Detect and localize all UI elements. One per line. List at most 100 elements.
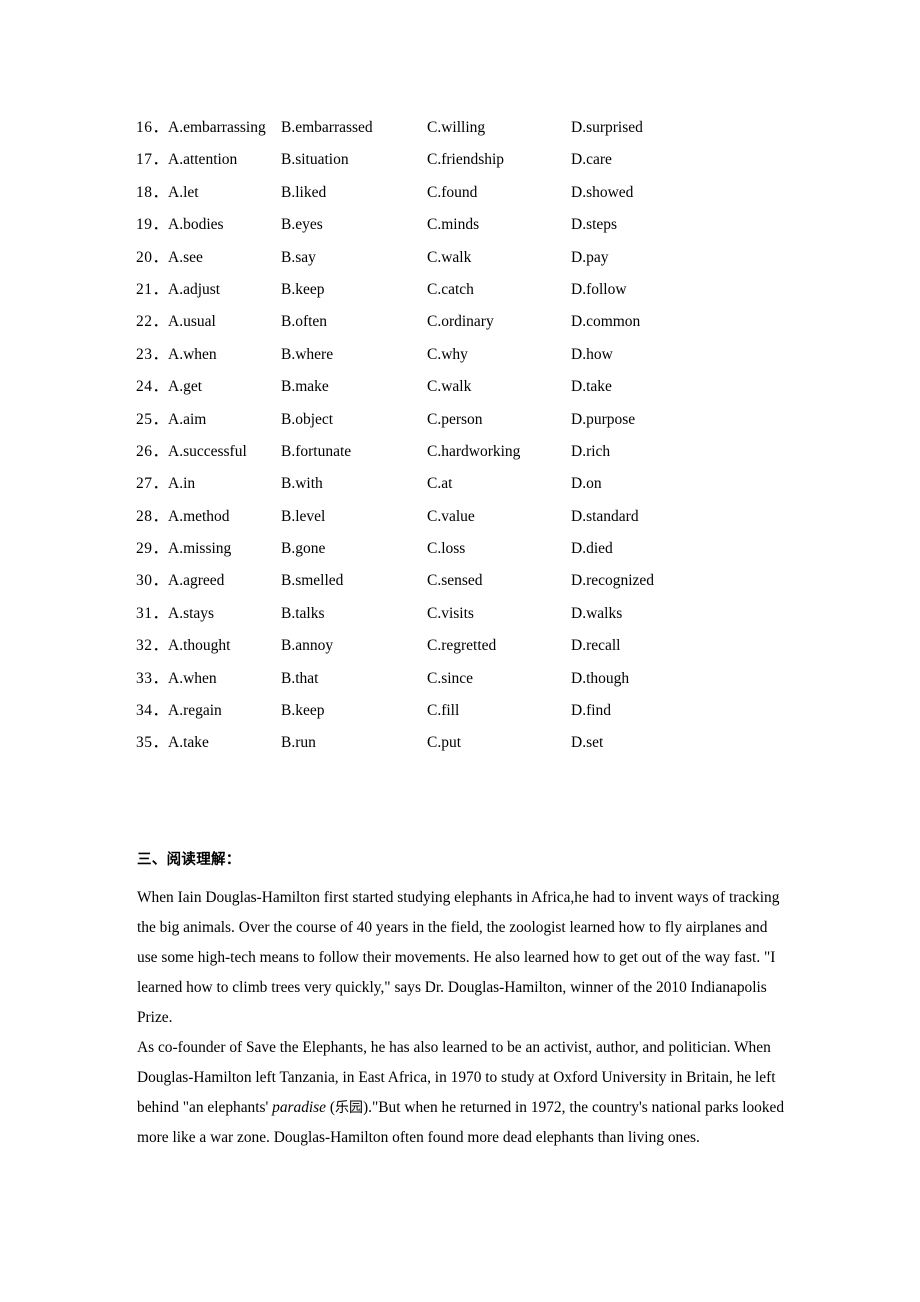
cloze-option-a[interactable]: A.agreed (168, 565, 224, 597)
cloze-option-c[interactable]: C.walk (427, 242, 471, 274)
cloze-option-b[interactable]: B.fortunate (281, 436, 351, 468)
cloze-option-a[interactable]: A.thought (168, 630, 230, 662)
cloze-option-a[interactable]: A.adjust (168, 274, 220, 306)
cloze-option-b[interactable]: B.with (281, 468, 323, 500)
cloze-option-b[interactable]: B.talks (281, 598, 325, 630)
question-number: 21． (136, 280, 169, 298)
cloze-option-a[interactable]: A.successful (168, 436, 247, 468)
cloze-option-d[interactable]: D.recall (571, 630, 620, 662)
question-number: 32． (136, 637, 169, 655)
cloze-option-d[interactable]: D.though (571, 663, 629, 695)
cloze-option-b[interactable]: B.eyes (281, 209, 323, 241)
cloze-option-a[interactable]: A.embarrassing (168, 112, 266, 144)
cloze-option-b[interactable]: B.where (281, 339, 333, 371)
cloze-option-b[interactable]: B.liked (281, 177, 326, 209)
cloze-question-row: 22． A.usual B.often C.ordinary D.common (136, 306, 836, 338)
cloze-option-a[interactable]: A.attention (168, 144, 237, 176)
cloze-option-a[interactable]: A.let (168, 177, 199, 209)
cloze-option-a[interactable]: A.bodies (168, 209, 224, 241)
cloze-option-d[interactable]: D.showed (571, 177, 633, 209)
cloze-option-a[interactable]: A.see (168, 242, 203, 274)
cloze-option-c[interactable]: C.willing (427, 112, 485, 144)
cloze-option-c[interactable]: C.loss (427, 533, 465, 565)
cloze-option-a[interactable]: A.when (168, 663, 217, 695)
cloze-option-d[interactable]: D.died (571, 533, 613, 565)
cloze-option-d[interactable]: D.take (571, 371, 612, 403)
paragraph-2-italic-term: paradise (272, 1099, 327, 1116)
cloze-option-a[interactable]: A.regain (168, 695, 222, 727)
question-number: 16． (136, 119, 169, 136)
cloze-option-a[interactable]: A.stays (168, 598, 214, 630)
cloze-option-a[interactable]: A.get (168, 371, 202, 403)
cloze-question-row: 25． A.aim B.object C.person D.purpose (136, 404, 836, 436)
cloze-question-row: 23． A.when B.where C.why D.how (136, 339, 836, 371)
cloze-option-c[interactable]: C.why (427, 339, 468, 371)
cloze-option-d[interactable]: D.pay (571, 242, 608, 274)
cloze-option-b[interactable]: B.situation (281, 144, 349, 176)
question-number: 27． (136, 475, 169, 493)
cloze-option-c[interactable]: C.ordinary (427, 306, 494, 338)
cloze-option-a[interactable]: A.missing (168, 533, 231, 565)
cloze-option-b[interactable]: B.say (281, 242, 316, 274)
paragraph-2-chinese-gloss: 乐园 (335, 1100, 363, 1116)
cloze-option-b[interactable]: B.that (281, 663, 318, 695)
cloze-option-b[interactable]: B.run (281, 727, 316, 759)
cloze-option-a[interactable]: A.in (168, 468, 195, 500)
cloze-option-c[interactable]: C.catch (427, 274, 474, 306)
cloze-option-b[interactable]: B.annoy (281, 630, 333, 662)
cloze-option-b[interactable]: B.object (281, 404, 333, 436)
cloze-option-c[interactable]: C.put (427, 727, 461, 759)
cloze-question-row: 24． A.get B.make C.walk D.take (136, 371, 836, 403)
cloze-option-b[interactable]: B.smelled (281, 565, 343, 597)
cloze-option-b[interactable]: B.keep (281, 695, 324, 727)
cloze-option-c[interactable]: C.since (427, 663, 473, 695)
reading-comprehension-section: 三、阅读理解： When Iain Douglas-Hamilton first… (137, 845, 785, 1153)
question-number: 26． (136, 442, 169, 460)
cloze-option-b[interactable]: B.level (281, 501, 325, 533)
cloze-option-c[interactable]: C.person (427, 404, 483, 436)
cloze-option-a[interactable]: A.usual (168, 306, 216, 338)
cloze-option-b[interactable]: B.gone (281, 533, 325, 565)
cloze-option-c[interactable]: C.regretted (427, 630, 496, 662)
question-number: 24． (136, 378, 169, 396)
cloze-option-d[interactable]: D.walks (571, 598, 622, 630)
cloze-option-d[interactable]: D.on (571, 468, 602, 500)
question-number: 29． (136, 540, 169, 558)
cloze-option-c[interactable]: C.value (427, 501, 475, 533)
cloze-option-d[interactable]: D.recognized (571, 565, 654, 597)
cloze-option-d[interactable]: D.how (571, 339, 613, 371)
cloze-option-d[interactable]: D.steps (571, 209, 617, 241)
cloze-option-c[interactable]: C.minds (427, 209, 479, 241)
cloze-option-c[interactable]: C.hardworking (427, 436, 520, 468)
cloze-option-c[interactable]: C.walk (427, 371, 471, 403)
cloze-option-b[interactable]: B.often (281, 306, 327, 338)
cloze-option-d[interactable]: D.common (571, 306, 640, 338)
cloze-option-c[interactable]: C.visits (427, 598, 474, 630)
cloze-option-d[interactable]: D.care (571, 144, 612, 176)
cloze-option-a[interactable]: A.aim (168, 404, 206, 436)
cloze-option-c[interactable]: C.at (427, 468, 452, 500)
question-number: 18． (136, 183, 169, 201)
cloze-option-d[interactable]: D.find (571, 695, 611, 727)
question-number: 22． (136, 313, 169, 331)
cloze-option-d[interactable]: D.rich (571, 436, 610, 468)
cloze-option-c[interactable]: C.found (427, 177, 477, 209)
paragraph-2-gloss-open: ( (326, 1099, 335, 1116)
question-number: 20． (136, 248, 169, 266)
cloze-option-d[interactable]: D.purpose (571, 404, 635, 436)
cloze-option-d[interactable]: D.set (571, 727, 603, 759)
cloze-option-a[interactable]: A.method (168, 501, 230, 533)
cloze-option-b[interactable]: B.embarrassed (281, 112, 373, 144)
cloze-option-b[interactable]: B.make (281, 371, 329, 403)
cloze-option-b[interactable]: B.keep (281, 274, 324, 306)
cloze-option-c[interactable]: C.fill (427, 695, 459, 727)
cloze-option-c[interactable]: C.friendship (427, 144, 504, 176)
question-number: 19． (136, 216, 169, 234)
question-number: 34． (136, 702, 169, 720)
cloze-option-d[interactable]: D.surprised (571, 112, 643, 144)
cloze-option-d[interactable]: D.standard (571, 501, 639, 533)
cloze-option-a[interactable]: A.take (168, 727, 209, 759)
cloze-option-c[interactable]: C.sensed (427, 565, 483, 597)
cloze-option-d[interactable]: D.follow (571, 274, 627, 306)
cloze-option-a[interactable]: A.when (168, 339, 217, 371)
